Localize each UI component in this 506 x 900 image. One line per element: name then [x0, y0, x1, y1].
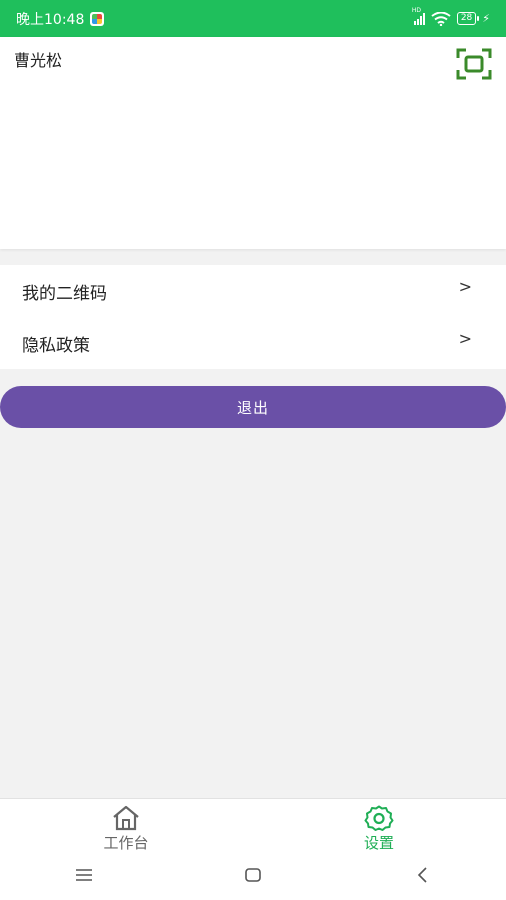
scan-icon[interactable] [456, 48, 492, 80]
signal-icon: HD [412, 7, 425, 25]
tab-label: 设置 [363, 834, 394, 852]
menu-list: 我的二维码 > 隐私政策 > [0, 265, 506, 369]
status-left: 晚上10:48 [16, 9, 105, 29]
tab-label: 工作台 [103, 834, 149, 852]
home-icon [113, 805, 139, 831]
back-nav-button[interactable] [402, 855, 442, 895]
menu-item-privacy-policy[interactable]: 隐私政策 > [0, 317, 506, 369]
chevron-right-icon: > [458, 328, 472, 348]
menu-item-label: 我的二维码 [22, 283, 107, 304]
chevron-right-icon: > [458, 276, 472, 296]
profile-card: 曹光松 [0, 37, 506, 249]
app-notification-icon [90, 11, 105, 26]
tab-bar: 工作台 设置 [0, 798, 506, 851]
menu-item-qrcode[interactable]: 我的二维码 > [0, 265, 506, 317]
tab-settings[interactable]: 设置 [329, 805, 429, 851]
hd-label: HD [411, 6, 421, 14]
battery-icon: 28 [456, 12, 480, 25]
charging-icon: ⚡ [482, 12, 490, 25]
status-right: HD 28 ⚡ [412, 7, 490, 26]
system-nav-bar [0, 850, 506, 900]
user-name: 曹光松 [14, 51, 63, 70]
wifi-icon [431, 11, 451, 26]
tab-workbench[interactable]: 工作台 [76, 805, 176, 851]
back-icon [417, 867, 427, 883]
square-icon [245, 868, 261, 882]
status-bar: 晚上10:48 HD 28 ⚡ [0, 0, 506, 37]
logout-label: 退出 [236, 398, 269, 417]
logout-button[interactable]: 退出 [0, 386, 506, 428]
gear-icon [364, 805, 394, 831]
menu-item-label: 隐私政策 [22, 335, 90, 356]
status-time: 晚上10:48 [16, 11, 85, 28]
menu-nav-button[interactable] [64, 855, 104, 895]
menu-icon [76, 869, 93, 881]
home-nav-button[interactable] [233, 855, 273, 895]
